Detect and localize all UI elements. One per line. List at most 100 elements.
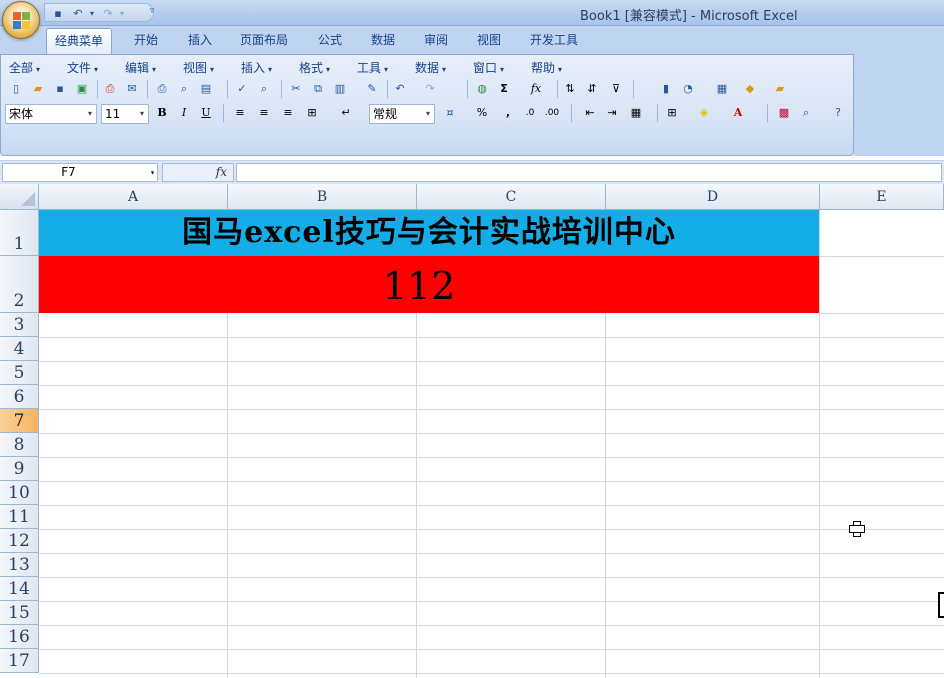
- row-header-10[interactable]: 10: [0, 481, 39, 505]
- customize-qat-icon[interactable]: ▿: [145, 5, 159, 18]
- row-header-2[interactable]: 2: [0, 256, 39, 313]
- sort-ascending-icon[interactable]: ⇅: [561, 80, 579, 98]
- tab-page-layout[interactable]: 页面布局: [232, 28, 296, 54]
- filter-icon[interactable]: ⊽: [607, 80, 625, 98]
- menu-view[interactable]: 视图 ▾: [183, 58, 214, 78]
- zoom-icon[interactable]: ⌕: [797, 104, 815, 122]
- align-left-icon[interactable]: ≡: [231, 104, 249, 122]
- bold-button[interactable]: B: [153, 104, 171, 122]
- tab-formulas[interactable]: 公式: [310, 28, 350, 54]
- menu-insert[interactable]: 插入 ▾: [241, 58, 272, 78]
- redo-dropdown-icon[interactable]: ▾: [115, 7, 129, 20]
- menu-file[interactable]: 文件 ▾: [67, 58, 98, 78]
- insert-function-icon[interactable]: fx: [527, 80, 545, 98]
- column-header-b[interactable]: B: [228, 184, 417, 210]
- underline-button[interactable]: U: [197, 104, 215, 122]
- new-document-icon[interactable]: ▯: [7, 80, 25, 98]
- row-header-14[interactable]: 14: [0, 577, 39, 601]
- select-all-button[interactable]: [0, 184, 39, 210]
- column-header-a[interactable]: A: [39, 184, 228, 210]
- macro-icon[interactable]: ◆: [741, 80, 759, 98]
- row-header-17[interactable]: 17: [0, 649, 39, 673]
- open-folder-icon[interactable]: ▰: [29, 80, 47, 98]
- number-format-select[interactable]: 常规 ▾: [369, 104, 435, 124]
- permission-icon[interactable]: ▣: [73, 80, 91, 98]
- format-painter-icon[interactable]: ✎: [363, 80, 381, 98]
- undo-dropdown-icon[interactable]: ▾: [85, 7, 99, 20]
- merge-center-icon[interactable]: ⊞: [303, 104, 321, 122]
- research-icon[interactable]: ⌕: [255, 80, 273, 98]
- row-header-13[interactable]: 13: [0, 553, 39, 577]
- menu-format[interactable]: 格式 ▾: [299, 58, 330, 78]
- row-header-8[interactable]: 8: [0, 433, 39, 457]
- row-header-6[interactable]: 6: [0, 385, 39, 409]
- decrease-decimal-icon[interactable]: .00: [543, 104, 561, 122]
- undo-icon[interactable]: ↶: [71, 7, 85, 20]
- name-box[interactable]: F7 ▾: [2, 163, 158, 182]
- chart-icon[interactable]: ▮: [657, 80, 675, 98]
- folder-icon[interactable]: ▰: [771, 80, 789, 98]
- autosum-icon[interactable]: Σ: [495, 80, 513, 98]
- comma-button[interactable]: ,: [499, 104, 517, 122]
- increase-decimal-icon[interactable]: .0: [521, 104, 539, 122]
- cut-icon[interactable]: ✂: [287, 80, 305, 98]
- paste-icon[interactable]: ▥: [331, 80, 349, 98]
- menu-all[interactable]: 全部 ▾: [9, 58, 40, 78]
- insert-function-button[interactable]: fx: [216, 165, 227, 179]
- spelling-icon[interactable]: ✓: [233, 80, 251, 98]
- tab-view[interactable]: 视图: [469, 28, 509, 54]
- help-icon[interactable]: ?: [829, 104, 847, 122]
- align-right-icon[interactable]: ≡: [279, 104, 297, 122]
- undo-icon[interactable]: ↶: [391, 80, 409, 98]
- redo-icon[interactable]: ↷: [421, 80, 439, 98]
- copy-icon[interactable]: ⧉: [309, 80, 327, 98]
- row-header-5[interactable]: 5: [0, 361, 39, 385]
- tab-data[interactable]: 数据: [363, 28, 403, 54]
- row-header-7[interactable]: 7: [0, 409, 39, 433]
- tab-home[interactable]: 开始: [126, 28, 166, 54]
- cell-a2-merged[interactable]: 112: [39, 256, 819, 313]
- decrease-indent-icon[interactable]: ⇤: [581, 104, 599, 122]
- menu-edit[interactable]: 编辑 ▾: [125, 58, 156, 78]
- row-header-12[interactable]: 12: [0, 529, 39, 553]
- align-center-icon[interactable]: ≡: [255, 104, 273, 122]
- office-button[interactable]: [2, 1, 40, 39]
- menu-data[interactable]: 数据 ▾: [415, 58, 446, 78]
- gridlines-icon[interactable]: ▦: [713, 80, 731, 98]
- sort-descending-icon[interactable]: ⇵: [583, 80, 601, 98]
- hyperlink-icon[interactable]: ◍: [473, 80, 491, 98]
- row-header-1[interactable]: 1: [0, 210, 39, 256]
- column-header-c[interactable]: C: [417, 184, 606, 210]
- redo-icon[interactable]: ↷: [101, 7, 115, 20]
- font-color-button[interactable]: A: [729, 104, 747, 122]
- column-header-e[interactable]: E: [820, 184, 944, 210]
- column-header-d[interactable]: D: [606, 184, 820, 210]
- row-header-15[interactable]: 15: [0, 601, 39, 625]
- drawing-icon[interactable]: ◔: [679, 80, 697, 98]
- menu-window[interactable]: 窗口 ▾: [473, 58, 504, 78]
- row-header-16[interactable]: 16: [0, 625, 39, 649]
- italic-button[interactable]: I: [175, 104, 193, 122]
- email-icon[interactable]: ✉: [123, 80, 141, 98]
- tab-classic-menu[interactable]: 经典菜单: [46, 28, 113, 54]
- increase-indent-icon[interactable]: ⇥: [603, 104, 621, 122]
- fill-color-icon[interactable]: ◈: [695, 104, 713, 122]
- export-pdf-icon[interactable]: ⎙: [101, 80, 119, 98]
- currency-icon[interactable]: ¤: [441, 104, 459, 122]
- print-icon[interactable]: ⎙: [153, 80, 171, 98]
- page-setup-icon[interactable]: ▤: [197, 80, 215, 98]
- row-header-4[interactable]: 4: [0, 337, 39, 361]
- row-header-9[interactable]: 9: [0, 457, 39, 481]
- save-icon[interactable]: ▪: [51, 80, 69, 98]
- row-header-11[interactable]: 11: [0, 505, 39, 529]
- print-preview-icon[interactable]: ⌕: [175, 80, 193, 98]
- wrap-text-icon[interactable]: ↵: [337, 104, 355, 122]
- menu-help[interactable]: 帮助 ▾: [531, 58, 562, 78]
- tab-review[interactable]: 审阅: [416, 28, 456, 54]
- borders-icon[interactable]: ⊞: [663, 104, 681, 122]
- cell-a1-merged[interactable]: 国马excel技巧与会计实战培训中心: [39, 210, 819, 256]
- menu-tools[interactable]: 工具 ▾: [357, 58, 388, 78]
- row-header-3[interactable]: 3: [0, 313, 39, 337]
- font-name-select[interactable]: 宋体 ▾: [5, 104, 97, 124]
- font-size-select[interactable]: 11 ▾: [101, 104, 149, 124]
